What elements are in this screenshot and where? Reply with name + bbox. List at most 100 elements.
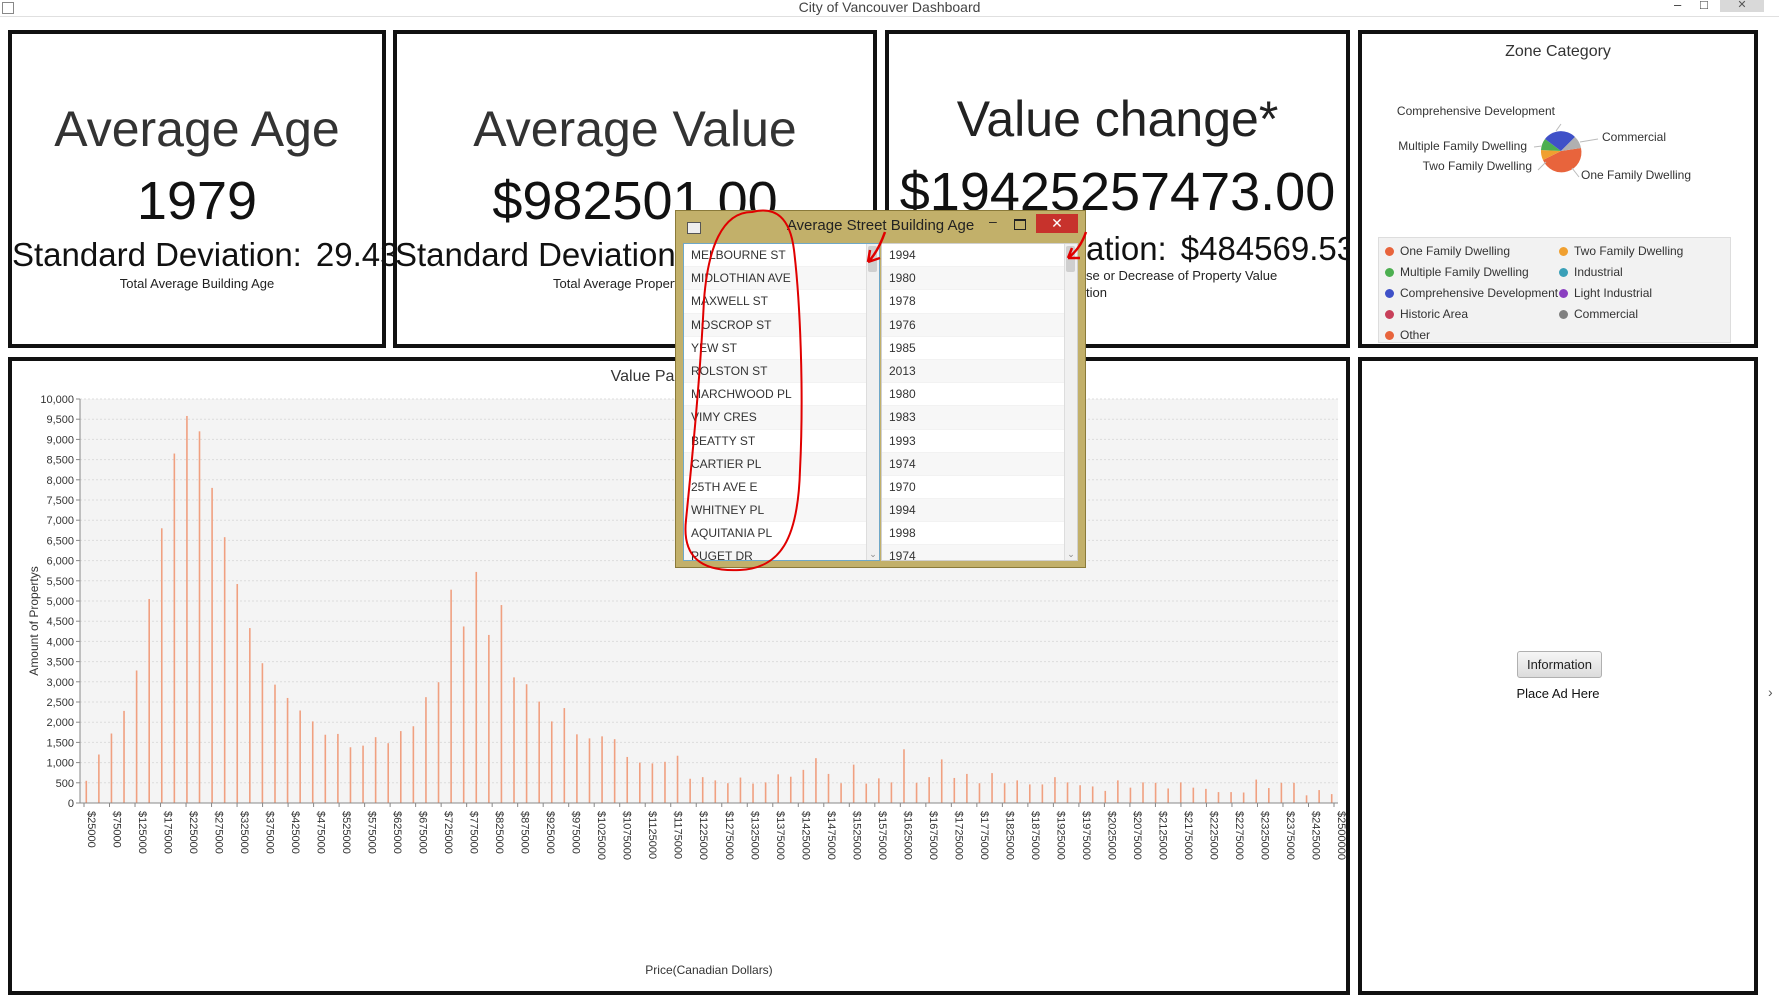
age-list[interactable]: 1994 1980 1978 1976 1985 2013 1980 1983 1993 1974… <box>881 243 1078 561</box>
bar <box>513 677 515 803</box>
street-list-item[interactable]: ROLSTON ST <box>684 359 879 384</box>
legend-item-multiple-family: Multiple Family Dwelling <box>1385 265 1529 279</box>
age-subtitle: Total Average Building Age <box>119 276 275 291</box>
street-list-item[interactable]: AQUITANIA PL <box>684 522 879 546</box>
x-tick-label: $325000 <box>238 811 250 854</box>
value-change-title: Value change* <box>956 91 1279 147</box>
zone-category-panel: Zone Category Comprehensive Development … <box>1358 30 1758 348</box>
close-button[interactable]: ✕ <box>1720 0 1764 12</box>
bar <box>1016 780 1019 803</box>
street-list-item[interactable]: MELBOURNE ST <box>684 244 879 268</box>
x-tick-label: $1525000 <box>850 811 862 860</box>
bar <box>701 777 704 803</box>
street-list-item[interactable]: WHITNEY PL <box>684 499 879 523</box>
bar <box>1129 787 1132 803</box>
x-tick-label: $175000 <box>162 811 174 854</box>
legend-item-one-family: One Family Dwelling <box>1385 244 1510 258</box>
legend-swatch <box>1559 310 1568 319</box>
x-tick-label: $1175000 <box>672 811 684 859</box>
dialog-maximize-button[interactable] <box>1014 219 1026 230</box>
age-list-item[interactable]: 1974 <box>882 452 1077 476</box>
street-list-item[interactable]: MAXWELL ST <box>684 290 879 314</box>
x-tick-label: $1025000 <box>595 811 607 860</box>
x-tick-label: $525000 <box>340 811 352 854</box>
street-list[interactable]: MELBOURNE ST MIDLOTHIAN AVE MAXWELL ST MOSC… <box>683 243 880 561</box>
x-tick-label: $1875000 <box>1029 811 1041 860</box>
age-list-item[interactable]: 1985 <box>882 337 1077 360</box>
street-list-scrollbar[interactable]: ⌄ <box>866 244 879 560</box>
bar <box>752 783 754 803</box>
scroll-thumb[interactable] <box>1066 246 1075 272</box>
x-tick-label: $475000 <box>315 811 327 854</box>
y-tick-label: 4,500 <box>46 616 74 628</box>
street-list-item[interactable]: BEATTY ST <box>684 430 879 453</box>
bar <box>1268 788 1270 803</box>
age-list-scrollbar[interactable]: ⌄ <box>1064 244 1077 560</box>
y-tick-label: 9,000 <box>46 434 74 446</box>
bar <box>211 487 213 803</box>
bar <box>274 684 276 803</box>
age-list-item[interactable]: 1974 <box>882 545 1077 560</box>
x-tick-label: $1425000 <box>799 811 811 860</box>
x-tick-label: $1375000 <box>774 811 786 860</box>
x-tick-label: $1575000 <box>876 811 888 860</box>
street-list-item[interactable]: MIDLOTHIAN AVE <box>684 267 879 291</box>
minimize-button[interactable]: – <box>1674 0 1681 12</box>
street-list-item[interactable]: PUGET DR <box>684 545 879 560</box>
bar <box>878 778 880 803</box>
y-tick-label: 500 <box>56 778 74 790</box>
street-list-item[interactable]: MARCHWOOD PL <box>684 383 879 407</box>
scroll-thumb[interactable] <box>868 246 877 272</box>
bar <box>475 571 478 803</box>
bar <box>337 733 339 803</box>
street-list-item[interactable]: MOSCROP ST <box>684 313 879 337</box>
age-list-item[interactable]: 1980 <box>882 383 1077 407</box>
age-list-item[interactable]: 1994 <box>882 244 1077 268</box>
legend-label: Historic Area <box>1400 307 1469 321</box>
y-tick-label: 3,500 <box>46 657 74 669</box>
x-tick-label: $2425000 <box>1309 811 1321 860</box>
x-tick-label: $2175000 <box>1182 811 1194 860</box>
bar <box>588 738 591 803</box>
y-tick-label: 1,500 <box>46 737 74 749</box>
street-list-item[interactable]: CARTIER PL <box>684 452 879 476</box>
average-age-panel: Average Age 1979 Standard Deviation: 29.4… <box>8 30 398 348</box>
street-age-dialog[interactable]: Average Street Building Age – ✕ MELBOURN… <box>675 210 1086 568</box>
x-tick-label: $775000 <box>468 811 480 854</box>
street-list-item[interactable]: VIMY CRES <box>684 406 879 430</box>
bar <box>98 754 100 803</box>
information-button[interactable]: Information <box>1517 651 1602 678</box>
dialog-minimize-button[interactable]: – <box>989 213 997 229</box>
x-tick-label: $1325000 <box>748 811 760 860</box>
bar <box>789 776 792 803</box>
dialog-close-button[interactable]: ✕ <box>1036 214 1078 233</box>
x-tick-label: $1725000 <box>952 811 964 860</box>
bar <box>525 684 528 803</box>
age-list-item[interactable]: 2013 <box>882 359 1077 384</box>
scroll-down-icon[interactable]: ⌄ <box>1065 549 1077 560</box>
age-list-item[interactable]: 1976 <box>882 313 1077 337</box>
age-list-item[interactable]: 1993 <box>882 430 1077 453</box>
y-tick-label: 8,500 <box>46 455 74 467</box>
x-tick-label: $2275000 <box>1233 811 1245 860</box>
age-list-item[interactable]: 1970 <box>882 476 1077 500</box>
age-list-item[interactable]: 1983 <box>882 406 1077 430</box>
age-list-item[interactable]: 1994 <box>882 499 1077 523</box>
age-list-item[interactable]: 1978 <box>882 290 1077 314</box>
x-tick-label: $375000 <box>264 811 276 854</box>
bar <box>324 734 327 803</box>
street-list-item[interactable]: YEW ST <box>684 337 879 360</box>
x-tick-label: $575000 <box>366 811 378 854</box>
y-tick-label: 6,000 <box>46 556 74 568</box>
age-list-item[interactable]: 1998 <box>882 522 1077 546</box>
bar <box>664 761 666 803</box>
bar <box>903 749 905 803</box>
street-list-item[interactable]: 25TH AVE E <box>684 476 879 500</box>
change-subtitle-2: tion <box>1086 285 1107 300</box>
maximize-button[interactable]: □ <box>1700 0 1708 12</box>
y-tick-label: 10,000 <box>40 394 74 406</box>
age-list-item[interactable]: 1980 <box>882 267 1077 291</box>
bar <box>676 755 679 803</box>
scroll-down-icon[interactable]: ⌄ <box>867 549 879 560</box>
y-tick-label: 9,500 <box>46 414 74 426</box>
